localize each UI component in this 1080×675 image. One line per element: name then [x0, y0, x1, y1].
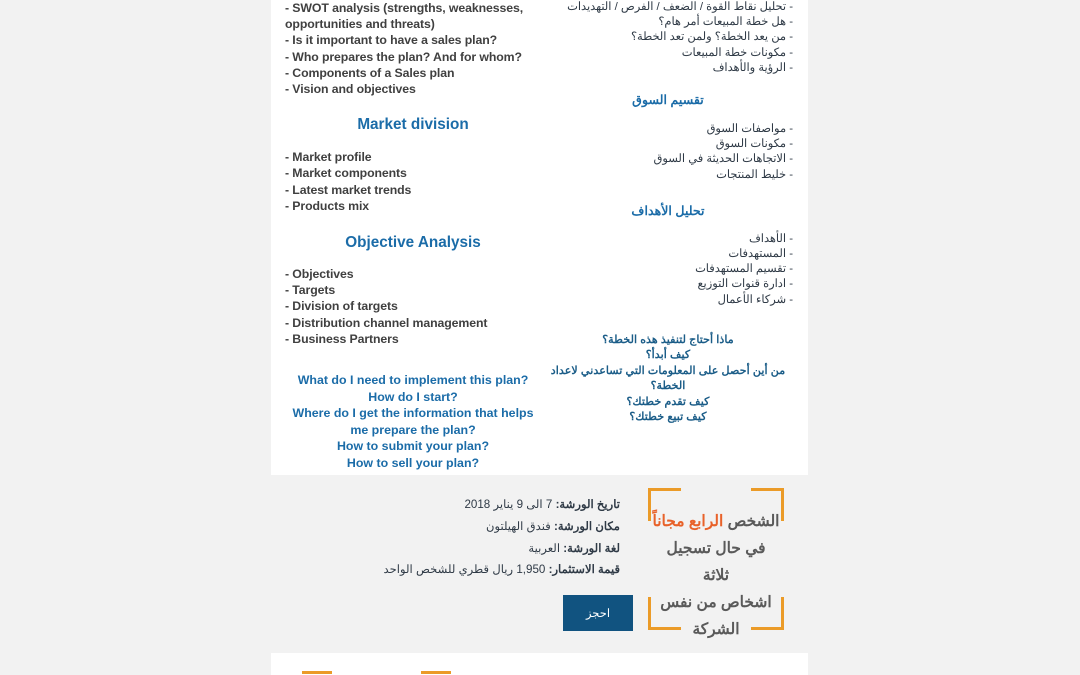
list-item: - تقسيم المستهدفات	[695, 263, 793, 276]
workshop-details-list: تاريخ الورشة: 7 الى 9 يناير 2018 مكان ال…	[300, 494, 620, 581]
list-item: - Market profile	[285, 150, 372, 165]
question-line: Where do I get the information that help…	[292, 406, 534, 437]
list-item: - هل خطة المبيعات أمر هام؟	[658, 16, 793, 29]
list-item: - Is it important to have a sales plan?	[285, 33, 498, 48]
question-line: كيف تبيع خطتك؟	[629, 411, 707, 424]
list-item: - Business Partners	[285, 331, 399, 346]
detail-row-price: قيمة الاستثمار: 1,950 ريال قطري للشخص ال…	[300, 559, 620, 581]
question-line: كيف أبدأ؟	[645, 349, 691, 362]
agenda-column-english: - SWOT analysis (strengths, weaknesses, …	[285, 0, 541, 471]
list-item: - Latest market trends	[285, 182, 412, 197]
question-line: ماذا أحتاج لتنفيذ هذه الخطة؟	[602, 333, 734, 346]
list-item: - مواصفات السوق	[706, 123, 794, 136]
question-line: How to sell your plan?	[346, 455, 480, 470]
list-item: - خليط المنتجات	[716, 168, 793, 181]
corner-bracket-icon	[421, 671, 451, 674]
promo-highlight: الرابع مجاناً	[652, 513, 724, 530]
agenda-columns: - SWOT analysis (strengths, weaknesses, …	[271, 0, 808, 475]
english-questions-block: What do I need to implement this plan? H…	[285, 372, 541, 471]
list-item: - الاتجاهات الحديثة في السوق	[653, 153, 794, 166]
list-item: - Distribution channel management	[285, 315, 488, 330]
english-objective-list: - Objectives - Targets - Division of tar…	[285, 266, 541, 347]
promo-offer-text: الشخص الرابع مجاناً في حال تسجيل ثلاثة ا…	[652, 508, 780, 643]
question-line: How to submit your plan?	[336, 439, 490, 454]
detail-value-language: العربية	[528, 541, 561, 555]
list-item: - الأهداف	[748, 232, 793, 245]
workshop-details-section: تاريخ الورشة: 7 الى 9 يناير 2018 مكان ال…	[271, 484, 808, 644]
detail-value-price: 1,950 ريال قطري للشخص الواحد	[383, 563, 546, 577]
detail-row-language: لغة الورشة: العربية	[300, 538, 620, 560]
list-item: - مكونات السوق	[715, 138, 793, 151]
promo-line-1: الشخص الرابع مجاناً	[652, 508, 780, 535]
next-section-card	[271, 653, 808, 675]
list-item: - Targets	[285, 283, 336, 298]
list-item: - SWOT analysis (strengths, weaknesses, …	[285, 1, 524, 32]
english-intro-list: - SWOT analysis (strengths, weaknesses, …	[285, 0, 541, 97]
detail-value-date: 7 الى 9 يناير 2018	[464, 498, 553, 511]
list-item: - Products mix	[285, 198, 370, 213]
promo-offer-box: الشخص الرابع مجاناً في حال تسجيل ثلاثة ا…	[648, 488, 784, 638]
arabic-intro-list: - تحليل نقاط القوة / الضعف / الفرص / الت…	[543, 0, 793, 76]
agenda-column-arabic: - تحليل نقاط القوة / الضعف / الفرص / الت…	[543, 0, 793, 426]
corner-bracket-icon	[302, 671, 332, 674]
list-item: - شركاء الأعمال	[717, 293, 794, 306]
heading-objective-analysis-ar: تحليل الأهداف	[631, 203, 705, 218]
promo-line-2: في حال تسجيل ثلاثة	[666, 540, 766, 584]
list-item: - ادارة قنوات التوزيع	[697, 278, 793, 291]
detail-label-venue: مكان الورشة:	[553, 519, 620, 533]
arabic-objective-list: - الأهداف - المستهدفات - تقسيم المستهدفا…	[543, 232, 793, 308]
question-line: من أين أحصل على المعلومات التي تساعدني ل…	[550, 364, 786, 393]
heading-objective-analysis-en: Objective Analysis	[345, 234, 481, 252]
question-line: What do I need to implement this plan?	[297, 373, 529, 388]
list-item: - المستهدفات	[728, 248, 793, 261]
detail-row-venue: مكان الورشة: فندق الهيلتون	[300, 516, 620, 538]
list-item: - تحليل نقاط القوة / الضعف / الفرص / الت…	[567, 1, 793, 13]
promo-line-3: اشخاص من نفس	[660, 594, 772, 611]
english-market-list: - Market profile - Market components - L…	[285, 149, 541, 214]
list-item: - Objectives	[285, 267, 354, 282]
list-item: - من يعد الخطة؟ ولمن تعد الخطة؟	[630, 31, 793, 44]
list-item: - مكونات خطة المبيعات	[681, 46, 793, 59]
list-item: - الرؤية والأهداف	[712, 61, 793, 74]
detail-value-venue: فندق الهيلتون	[485, 519, 551, 533]
list-item: - Division of targets	[285, 299, 398, 314]
detail-label-language: لغة الورشة:	[563, 541, 620, 555]
promo-line-4: الشركة	[692, 621, 740, 638]
arabic-questions-block: ماذا أحتاج لتنفيذ هذه الخطة؟ كيف أبدأ؟ م…	[543, 333, 793, 426]
list-item: - Market components	[285, 166, 407, 181]
arabic-market-list: - مواصفات السوق - مكونات السوق - الاتجاه…	[543, 122, 794, 183]
heading-market-division-en: Market division	[357, 116, 469, 134]
promo-line-1-prefix: الشخص	[723, 513, 780, 530]
detail-label-price: قيمة الاستثمار:	[548, 563, 620, 577]
heading-market-division-ar: تقسيم السوق	[632, 93, 704, 108]
book-button[interactable]: احجز	[563, 595, 633, 631]
question-line: How do I start?	[368, 389, 458, 404]
list-item: - Vision and objectives	[285, 82, 416, 97]
question-line: كيف تقدم خطتك؟	[626, 395, 710, 408]
agenda-card: - SWOT analysis (strengths, weaknesses, …	[271, 0, 808, 475]
detail-label-date: تاريخ الورشة:	[555, 498, 620, 511]
detail-row-date: تاريخ الورشة: 7 الى 9 يناير 2018	[300, 494, 620, 516]
list-item: - Components of a Sales plan	[285, 65, 455, 80]
list-item: - Who prepares the plan? And for whom?	[285, 49, 522, 64]
